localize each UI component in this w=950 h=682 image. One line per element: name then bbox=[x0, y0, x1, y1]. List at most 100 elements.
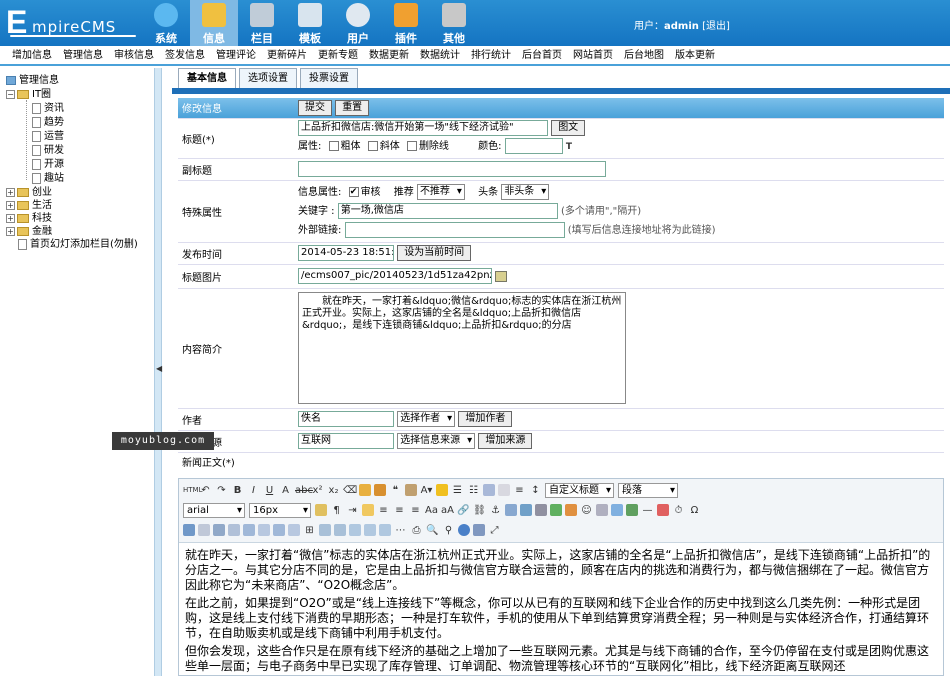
tree-leaf[interactable]: 首页幻灯添加栏目(勿删) bbox=[18, 238, 138, 252]
merge-cells-icon[interactable]: ⊞ bbox=[303, 524, 316, 537]
tree-leaf[interactable]: 开源 bbox=[32, 158, 64, 172]
webapp-icon[interactable] bbox=[198, 524, 210, 536]
special-char-icon[interactable]: Ω bbox=[688, 504, 701, 517]
tab-1[interactable]: 选项设置 bbox=[239, 68, 297, 88]
merge-down-icon[interactable] bbox=[334, 524, 346, 536]
align-justify-icon[interactable]: ≡ bbox=[409, 504, 422, 517]
format-brush-icon[interactable] bbox=[359, 484, 371, 496]
table-icon[interactable] bbox=[213, 524, 225, 536]
map-icon[interactable] bbox=[550, 504, 562, 516]
align-right-icon[interactable]: ≡ bbox=[393, 504, 406, 517]
print-icon[interactable]: ⎙ bbox=[410, 524, 423, 537]
author-select[interactable]: 选择作者 bbox=[397, 411, 456, 427]
audit-checkbox[interactable]: ✔ bbox=[348, 186, 359, 197]
nav-item-4[interactable]: 用户 bbox=[334, 0, 382, 46]
preview-icon[interactable]: 🔍 bbox=[426, 524, 439, 537]
add-author-button[interactable]: 增加作者 bbox=[458, 411, 513, 427]
background-icon[interactable] bbox=[626, 504, 638, 516]
image-input[interactable]: /ecms007_pic/20140523/1d51za42pnz.jpg bbox=[298, 268, 492, 284]
color-picker-icon[interactable]: T bbox=[566, 142, 572, 152]
tree-group[interactable]: + 生活 bbox=[6, 199, 52, 213]
to-upper-icon[interactable]: Aa bbox=[425, 504, 438, 517]
underline-icon[interactable]: U bbox=[263, 484, 276, 497]
tree-group[interactable]: + 创业 bbox=[6, 186, 52, 200]
tree-group[interactable]: + 科技 bbox=[6, 212, 52, 226]
select-all-icon[interactable] bbox=[483, 484, 495, 496]
tree-root[interactable]: 管理信息 bbox=[6, 74, 59, 88]
redo-icon[interactable]: ↷ bbox=[215, 484, 228, 497]
multi-image-icon[interactable] bbox=[520, 504, 532, 516]
tree-leaf[interactable]: 趋势 bbox=[32, 116, 64, 130]
nav-item-6[interactable]: 其他 bbox=[430, 0, 478, 46]
attachment-icon[interactable] bbox=[596, 504, 608, 516]
video-icon[interactable] bbox=[535, 504, 547, 516]
tree-leaf[interactable]: 研发 bbox=[32, 144, 64, 158]
rtl-icon[interactable]: ¶ bbox=[330, 504, 343, 517]
extlink-input[interactable] bbox=[344, 221, 565, 238]
indent-icon[interactable]: ⇥ bbox=[346, 504, 359, 517]
expand-icon[interactable]: + bbox=[6, 213, 15, 223]
subnav-link[interactable]: 版本更新 bbox=[675, 46, 715, 64]
delete-table-icon[interactable] bbox=[228, 524, 240, 536]
subscript-icon[interactable]: x₂ bbox=[327, 484, 340, 497]
insert-row-icon[interactable] bbox=[243, 524, 255, 536]
superscript-icon[interactable]: x² bbox=[311, 484, 324, 497]
unlink-icon[interactable]: ⛓ bbox=[473, 504, 486, 517]
submit-button[interactable]: 提交 bbox=[298, 99, 332, 116]
eraser-icon[interactable]: ⌫ bbox=[343, 484, 357, 497]
tree-leaf[interactable]: 趣站 bbox=[32, 172, 64, 186]
delete-row-icon[interactable] bbox=[258, 524, 270, 536]
keywords-input[interactable]: 第一场,微信店 bbox=[337, 202, 558, 219]
nav-item-2[interactable]: 栏目 bbox=[238, 0, 286, 46]
undo-icon[interactable]: ↶ bbox=[199, 484, 212, 497]
row-spacing-icon[interactable]: ≡ bbox=[513, 484, 526, 497]
collapse-icon[interactable]: − bbox=[6, 89, 15, 99]
source-icon[interactable]: HTML bbox=[183, 484, 202, 497]
code-icon[interactable] bbox=[565, 504, 577, 516]
ordered-list-icon[interactable]: ☰ bbox=[451, 484, 464, 497]
line-height-icon[interactable]: ↕ bbox=[529, 484, 542, 497]
auto-format-icon[interactable] bbox=[374, 484, 386, 496]
subnav-link[interactable]: 数据更新 bbox=[369, 46, 409, 64]
subnav-link[interactable]: 更新专题 bbox=[318, 46, 358, 64]
image-select-icon[interactable] bbox=[495, 270, 508, 282]
strike-icon[interactable]: abc bbox=[295, 484, 313, 497]
headline-select[interactable]: 非头条 bbox=[501, 183, 550, 200]
align-center-icon[interactable]: ≡ bbox=[377, 504, 390, 517]
wordimage-icon[interactable] bbox=[183, 524, 195, 536]
template-icon[interactable] bbox=[611, 504, 623, 516]
color-input[interactable] bbox=[504, 138, 563, 154]
recommend-select[interactable]: 不推荐 bbox=[416, 183, 465, 200]
editor-content[interactable]: 就在昨天，一家打着“微信”标志的实体店在浙江杭州正式开业。实际上，这家店铺的全名… bbox=[179, 543, 943, 682]
tree-group[interactable]: + 金融 bbox=[6, 225, 52, 239]
clear-doc-icon[interactable] bbox=[498, 484, 510, 496]
subnav-link[interactable]: 增加信息 bbox=[12, 46, 52, 64]
search-replace-icon[interactable]: ⚲ bbox=[442, 524, 455, 537]
italic-icon[interactable]: I bbox=[247, 484, 260, 497]
split-rows-icon[interactable] bbox=[364, 524, 376, 536]
pubtime-input[interactable]: 2014-05-23 18:51:50 bbox=[298, 245, 394, 261]
subnav-link[interactable]: 数据统计 bbox=[420, 46, 460, 64]
summary-textarea[interactable]: 就在昨天，一家打着&ldquo;微信&rdquo;标志的实体店在浙江杭州正式开业… bbox=[298, 292, 626, 404]
subnav-link[interactable]: 审核信息 bbox=[114, 46, 154, 64]
subnav-link[interactable]: 管理评论 bbox=[216, 46, 256, 64]
page-break-icon[interactable]: ⋯ bbox=[394, 524, 407, 537]
italic-checkbox[interactable] bbox=[367, 141, 378, 151]
expand-icon[interactable]: + bbox=[6, 200, 15, 210]
to-lower-icon[interactable]: aA bbox=[441, 504, 454, 517]
font-select[interactable]: arial bbox=[183, 502, 245, 518]
subnav-link[interactable]: 后台地图 bbox=[624, 46, 664, 64]
tree-leaf[interactable]: 资讯 bbox=[32, 102, 64, 116]
insert-col-icon[interactable] bbox=[273, 524, 285, 536]
reset-button[interactable]: 重置 bbox=[335, 99, 370, 116]
subnav-link[interactable]: 排行统计 bbox=[471, 46, 511, 64]
nav-item-3[interactable]: 模板 bbox=[286, 0, 334, 46]
tab-0[interactable]: 基本信息 bbox=[178, 68, 236, 88]
quote-icon[interactable]: ❝ bbox=[389, 484, 402, 497]
custom-title-select[interactable]: 自定义标题 bbox=[545, 482, 614, 498]
subnav-link[interactable]: 管理信息 bbox=[63, 46, 103, 64]
split-cells-icon[interactable] bbox=[349, 524, 361, 536]
split-cols-icon[interactable] bbox=[379, 524, 391, 536]
image-icon[interactable] bbox=[505, 504, 517, 516]
add-source-button[interactable]: 增加来源 bbox=[478, 433, 533, 449]
